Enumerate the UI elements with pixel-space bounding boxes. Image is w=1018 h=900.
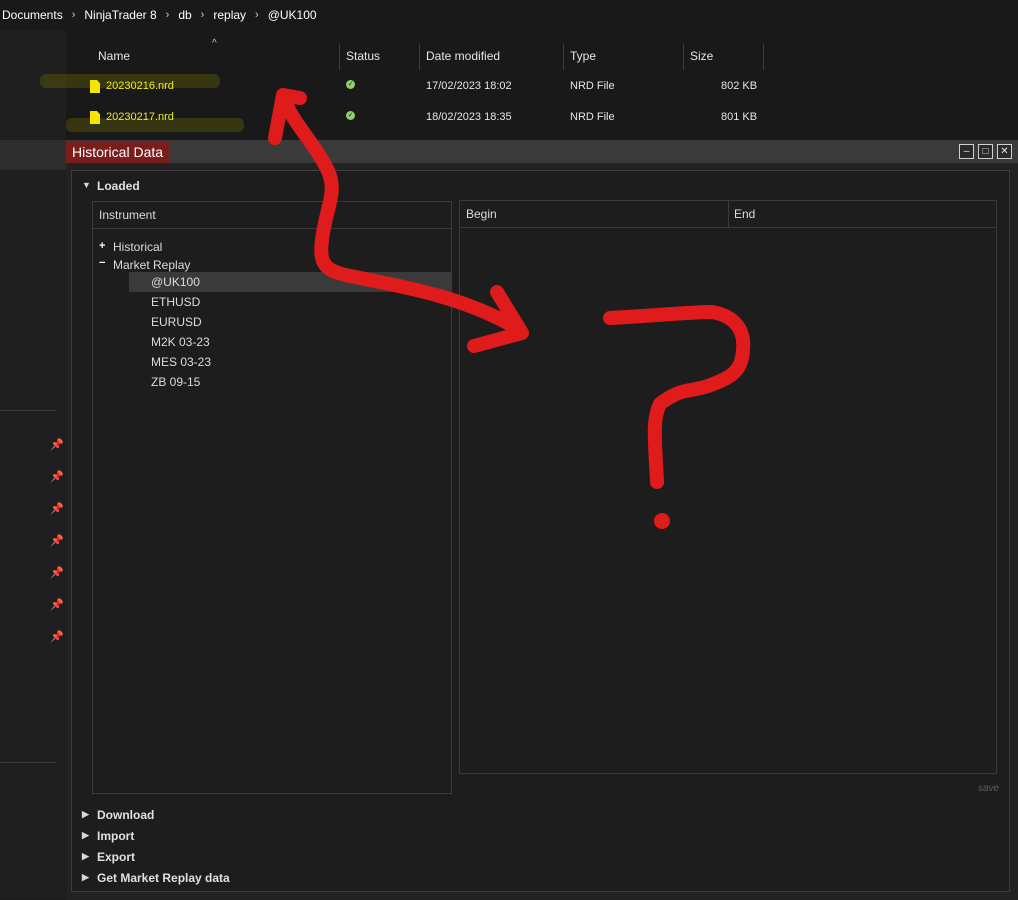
column-header-name[interactable]: Name	[98, 42, 130, 70]
historical-data-window: Historical Data – □ ✕ ▼ Loaded Instrumen…	[66, 140, 1018, 900]
file-row[interactable]: 20230216.nrd ✓ 17/02/2023 18:02 NRD File…	[66, 72, 1018, 102]
pin-icon[interactable]: 📌	[50, 534, 64, 547]
expand-icon[interactable]: +	[99, 240, 105, 252]
sidebar-divider	[0, 410, 56, 411]
tree-item-eurusd[interactable]: EURUSD	[129, 312, 451, 332]
tree-item-ethusd[interactable]: ETHUSD	[129, 292, 451, 312]
column-header-status[interactable]: Status	[346, 42, 380, 70]
breadcrumb-item-uk100[interactable]: @UK100	[266, 8, 319, 22]
section-export-label: Export	[97, 850, 136, 864]
section-loaded-label: Loaded	[97, 179, 140, 193]
collapsed-triangle-icon[interactable]: ▶	[82, 851, 89, 862]
file-name: 20230216.nrd	[106, 80, 174, 92]
pin-icon[interactable]: 📌	[50, 598, 64, 611]
tree-node-market-replay[interactable]: Market Replay	[113, 258, 190, 272]
section-import-label: Import	[97, 829, 135, 843]
column-divider[interactable]	[683, 44, 684, 70]
column-header-type[interactable]: Type	[570, 42, 596, 70]
check-circle-icon: ✓	[346, 111, 355, 120]
sidebar-selected-band	[0, 140, 66, 170]
column-divider[interactable]	[339, 44, 340, 70]
collapsed-triangle-icon[interactable]: ▶	[82, 830, 89, 841]
pin-icon[interactable]: 📌	[50, 566, 64, 579]
historical-data-panel: ▼ Loaded Instrument + Historical − Marke…	[71, 170, 1010, 892]
breadcrumb: Documents › NinjaTrader 8 › db › replay …	[0, 0, 1018, 30]
breadcrumb-item-documents[interactable]: Documents	[0, 8, 65, 22]
collapsed-triangle-icon[interactable]: ▶	[82, 872, 89, 883]
column-header-size[interactable]: Size	[690, 42, 713, 70]
column-divider[interactable]	[763, 44, 764, 70]
column-divider[interactable]	[728, 201, 729, 227]
file-icon	[90, 111, 100, 124]
file-name: 20230217.nrd	[106, 111, 174, 123]
pin-icon[interactable]: 📌	[50, 630, 64, 643]
collapsed-triangle-icon[interactable]: ▶	[82, 809, 89, 820]
file-size: 801 KB	[721, 111, 758, 123]
window-title[interactable]: Historical Data	[66, 141, 170, 163]
instrument-header: Instrument	[93, 202, 451, 229]
file-icon	[90, 80, 100, 93]
expanded-triangle-icon[interactable]: ▼	[82, 180, 91, 190]
maximize-icon[interactable]: □	[978, 144, 993, 159]
file-type: NRD File	[570, 111, 615, 123]
collapse-icon[interactable]: −	[99, 257, 105, 269]
file-type: NRD File	[570, 80, 615, 92]
column-header-date-modified[interactable]: Date modified	[426, 42, 500, 70]
save-link[interactable]: save	[978, 783, 999, 794]
column-divider[interactable]	[563, 44, 564, 70]
minimize-icon[interactable]: –	[959, 144, 974, 159]
chevron-right-icon: ›	[200, 9, 205, 21]
sort-ascending-icon: ^	[212, 38, 217, 49]
window-titlebar[interactable]: Historical Data – □ ✕	[66, 141, 1018, 163]
breadcrumb-item-ninjatrader[interactable]: NinjaTrader 8	[82, 8, 158, 22]
pin-icon[interactable]: 📌	[50, 438, 64, 451]
sidebar-divider	[0, 762, 56, 763]
column-divider[interactable]	[419, 44, 420, 70]
file-size: 802 KB	[721, 80, 758, 92]
tree-item-mes[interactable]: MES 03-23	[129, 352, 451, 372]
tree-item-m2k[interactable]: M2K 03-23	[129, 332, 451, 352]
column-header-begin[interactable]: Begin	[466, 201, 497, 227]
close-icon[interactable]: ✕	[997, 144, 1012, 159]
date-range-header: Begin End	[460, 201, 996, 228]
chevron-right-icon: ›	[71, 9, 76, 21]
file-date-modified: 18/02/2023 18:35	[426, 111, 512, 123]
chevron-right-icon: ›	[255, 9, 259, 21]
tree-item-uk100[interactable]: @UK100	[129, 272, 451, 292]
chevron-right-icon: ›	[165, 9, 170, 21]
instrument-tree: Instrument + Historical − Market Replay …	[92, 201, 452, 794]
date-range-grid: Begin End	[459, 200, 997, 774]
check-circle-icon: ✓	[346, 80, 355, 89]
instrument-header-label: Instrument	[99, 208, 156, 222]
tree-node-historical[interactable]: Historical	[113, 240, 162, 254]
pin-icon[interactable]: 📌	[50, 470, 64, 483]
section-download-label: Download	[97, 808, 155, 822]
breadcrumb-item-db[interactable]: db	[176, 8, 193, 22]
pin-icon[interactable]: 📌	[50, 502, 64, 515]
file-list: ^ Name Status Date modified Type Size 20…	[40, 30, 1018, 140]
file-date-modified: 17/02/2023 18:02	[426, 80, 512, 92]
file-row[interactable]: 20230217.nrd ✓ 18/02/2023 18:35 NRD File…	[66, 103, 1018, 133]
column-header-end[interactable]: End	[734, 201, 755, 227]
section-get-market-replay-data-label: Get Market Replay data	[97, 871, 230, 885]
tree-item-zb[interactable]: ZB 09-15	[129, 372, 451, 392]
breadcrumb-item-replay[interactable]: replay	[211, 8, 248, 22]
